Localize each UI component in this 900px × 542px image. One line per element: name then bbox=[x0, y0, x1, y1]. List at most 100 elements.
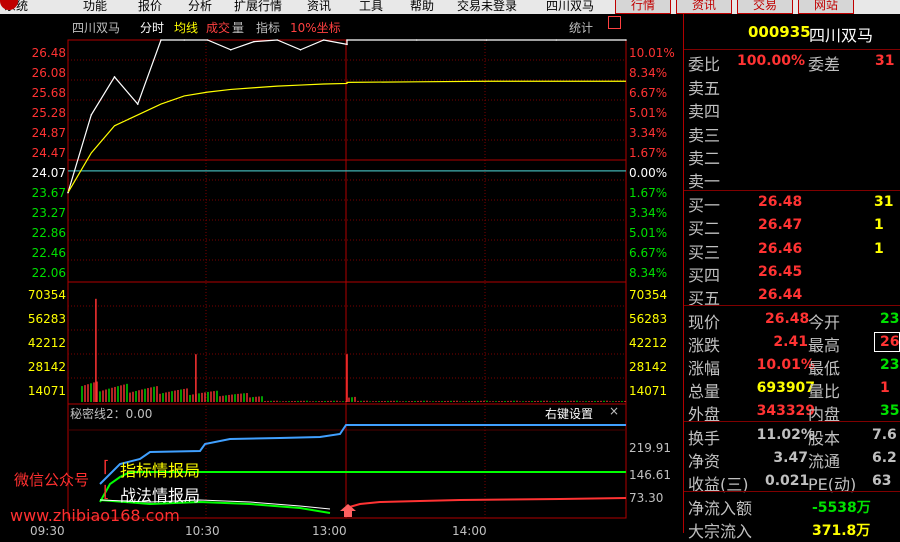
website-button[interactable]: 网站 bbox=[798, 0, 854, 14]
finance-label: 净资 bbox=[688, 452, 721, 471]
watermark-bracket: ⌊ bbox=[103, 482, 110, 501]
indicator-settings[interactable]: 右键设置 bbox=[545, 405, 593, 422]
indicator-axis-label: 219.91 bbox=[629, 441, 671, 455]
price-axis-label: 24.47 bbox=[31, 146, 66, 160]
quote-stat-value: 693907 bbox=[756, 380, 816, 396]
finance-value: 7.6 bbox=[872, 427, 897, 443]
volume-axis-label: 70354 bbox=[27, 288, 66, 302]
fund-flow-label: 净流入额 bbox=[688, 499, 753, 518]
menu-function[interactable]: 功能 bbox=[83, 0, 107, 14]
price-axis-label: 25.68 bbox=[31, 86, 66, 100]
stock-name: 四川双马 bbox=[809, 26, 874, 45]
quote-separator bbox=[684, 491, 900, 492]
quote-stat-label: 最低 bbox=[808, 359, 841, 378]
quote-stat-value: 23 bbox=[880, 311, 900, 327]
volume-bars bbox=[81, 298, 626, 402]
buy-level-price: 26.46 bbox=[758, 240, 803, 257]
pct-axis-label: 10.01% bbox=[629, 46, 675, 60]
info-button[interactable]: 资讯 bbox=[676, 0, 732, 14]
menu-quote[interactable]: 报价 bbox=[138, 0, 162, 14]
menu-bar: 系统 功能 报价 分析 扩展行情 资讯 工具 帮助 交易未登录 四川双马 行情 … bbox=[0, 0, 900, 14]
time-label: 10:30 bbox=[185, 524, 220, 538]
menu-ext-market[interactable]: 扩展行情 bbox=[234, 0, 282, 14]
stats-button[interactable]: 统计 bbox=[569, 19, 593, 36]
pct-axis-label: 5.01% bbox=[629, 106, 668, 120]
watermark-strategy: 战法情报局 bbox=[120, 486, 201, 505]
trade-button[interactable]: 交易 bbox=[737, 0, 793, 14]
finance-label: 换手 bbox=[688, 429, 721, 448]
indicator-axis-label: 146.61 bbox=[629, 468, 671, 482]
price-point bbox=[415, 39, 418, 41]
price-point bbox=[160, 39, 162, 41]
finance-value: 11.02% bbox=[756, 427, 815, 443]
buy-level-volume: 31 bbox=[874, 194, 894, 210]
quote-stat-value: 2.41 bbox=[773, 334, 808, 350]
menu-analysis[interactable]: 分析 bbox=[188, 0, 212, 14]
finance-value: 6.2 bbox=[872, 450, 897, 466]
time-label: 14:00 bbox=[452, 524, 487, 538]
price-point bbox=[90, 114, 93, 116]
volume-axis-label: 56283 bbox=[27, 312, 66, 326]
commission-ratio-value: 100.00% bbox=[737, 53, 806, 69]
volume-axis-label: 56283 bbox=[629, 312, 668, 326]
commission-diff-value: 31 bbox=[875, 53, 895, 69]
series-line-1 bbox=[67, 80, 626, 193]
buy-level-volume: 1 bbox=[874, 240, 884, 257]
price-point bbox=[229, 48, 232, 51]
buy-level-volume: 1 bbox=[874, 217, 884, 234]
commission-diff-label: 委差 bbox=[808, 55, 841, 74]
price-axis-label: 22.86 bbox=[31, 226, 66, 240]
chart-grid bbox=[67, 39, 627, 519]
tab-avg-line[interactable]: 均线 bbox=[174, 19, 198, 36]
quote-stat-label: 最高 bbox=[808, 336, 841, 355]
buy-level-price: 26.48 bbox=[758, 194, 803, 210]
chart-panel: 四川双马 分时 均线 成交 量 指标 10%坐标 统计 26.48 26.08 25… bbox=[0, 14, 683, 538]
indicator-close-icon[interactable]: × bbox=[609, 404, 619, 418]
menu-tools[interactable]: 工具 bbox=[359, 0, 383, 14]
tab-intraday[interactable]: 分时 bbox=[140, 19, 164, 36]
buy-level-price: 26.45 bbox=[758, 263, 803, 280]
quote-stat-value: 23 bbox=[880, 357, 900, 373]
tab-volume-b[interactable]: 量 bbox=[232, 19, 244, 36]
quote-stat-value: 3505 bbox=[880, 403, 900, 419]
finance-label: 股本 bbox=[808, 429, 841, 448]
pct-axis-label: 3.34% bbox=[629, 126, 668, 140]
chart-frame bbox=[67, 39, 627, 519]
quote-stat-value: 1 bbox=[880, 380, 890, 396]
market-button[interactable]: 行情 bbox=[615, 0, 671, 14]
quote-stat-label: 涨幅 bbox=[688, 359, 721, 378]
sell-level-label: 卖一 bbox=[688, 172, 721, 192]
tab-volume-a[interactable]: 成交 bbox=[206, 19, 230, 36]
volume-axis-label: 28142 bbox=[629, 360, 668, 374]
pct-axis-label: 1.67% bbox=[629, 146, 668, 160]
menu-info[interactable]: 资讯 bbox=[307, 0, 331, 14]
pct-axis-label: 6.67% bbox=[629, 246, 668, 260]
buy-level-label: 买三 bbox=[688, 242, 721, 262]
fund-flow-value: 371.8万 bbox=[812, 523, 871, 539]
quote-stat-value: 26.48 bbox=[765, 311, 810, 327]
indicator-axis-label: 73.30 bbox=[629, 491, 664, 505]
indicator-title: 秘密线2：0.00 bbox=[70, 407, 153, 421]
buy-level-label: 买一 bbox=[688, 196, 721, 215]
tab-10pct-coord[interactable]: 10%坐标 bbox=[290, 19, 341, 36]
intraday-chart[interactable] bbox=[0, 14, 683, 533]
menu-current-stock[interactable]: 四川双马 bbox=[546, 0, 594, 14]
quote-separator bbox=[684, 421, 900, 422]
price-point bbox=[625, 39, 627, 41]
pct-axis-label: 6.67% bbox=[629, 86, 668, 100]
tab-indicator[interactable]: 指标 bbox=[256, 19, 280, 36]
watermark-indicator: 指标情报局 bbox=[120, 461, 201, 480]
volume-axis-label: 70354 bbox=[629, 288, 668, 302]
stats-toggle-icon[interactable] bbox=[608, 16, 621, 29]
price-point bbox=[555, 39, 558, 41]
price-axis-label: 26.48 bbox=[31, 46, 66, 60]
stock-code: 000935 bbox=[748, 23, 811, 41]
sell-level-label: 卖三 bbox=[688, 125, 721, 145]
menu-trade-status[interactable]: 交易未登录 bbox=[457, 0, 517, 14]
volume-axis-label: 14071 bbox=[629, 384, 668, 398]
price-point bbox=[136, 103, 139, 105]
quote-separator bbox=[684, 49, 900, 50]
pct-axis-label: 3.34% bbox=[629, 206, 668, 220]
menu-help[interactable]: 帮助 bbox=[410, 0, 434, 14]
quote-stat-value: 10.01% bbox=[756, 357, 815, 373]
